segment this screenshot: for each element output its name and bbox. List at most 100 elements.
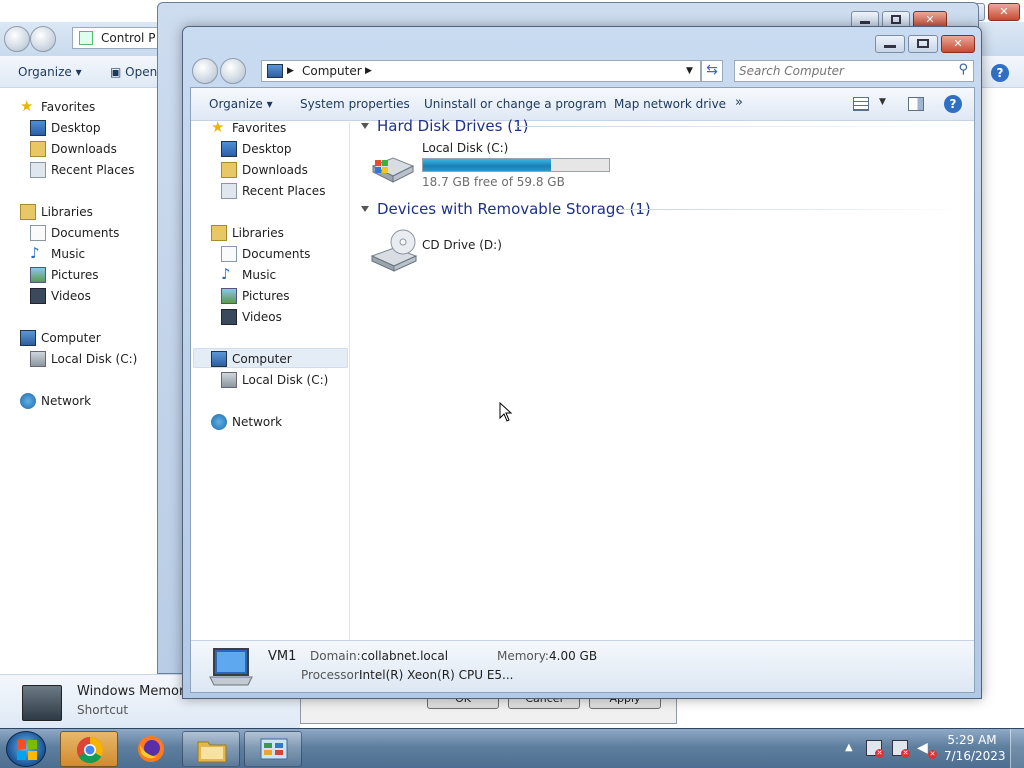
network-status-icon[interactable]: ✕	[892, 740, 910, 758]
disk-usage-bar	[422, 158, 610, 172]
start-button[interactable]	[6, 731, 46, 767]
organize-button[interactable]: Organize ▾	[209, 97, 273, 111]
chrome-icon	[76, 736, 104, 764]
action-center-icon[interactable]: ✕	[866, 740, 884, 758]
bg-nav-videos[interactable]: Videos	[30, 286, 91, 306]
refresh-icon: ⇆	[706, 62, 718, 78]
bg-nav-libraries[interactable]: Libraries	[20, 202, 93, 222]
bg-close-button[interactable]: ✕	[988, 3, 1020, 21]
close-icon: ✕	[999, 5, 1009, 18]
minimize-icon	[860, 21, 870, 24]
forward-button[interactable]	[220, 58, 246, 84]
view-dropdown-icon[interactable]: ▼	[879, 97, 886, 107]
breadcrumb-computer[interactable]: Computer	[302, 64, 362, 78]
address-bar[interactable]: ▶ Computer ▶ ▼	[261, 60, 701, 82]
map-network-drive-button[interactable]: Map network drive	[614, 97, 726, 111]
cd-drive-icon	[370, 229, 418, 272]
back-button[interactable]	[192, 58, 218, 84]
disk-usage-fill	[423, 159, 551, 171]
bg-nav-recent-places[interactable]: Recent Places	[30, 160, 134, 180]
pictures-icon	[221, 288, 237, 304]
recent-places-icon	[30, 162, 46, 178]
bg-nav-desktop[interactable]: Desktop	[30, 118, 101, 138]
bg-organize-button[interactable]: Organize ▾	[18, 65, 82, 79]
address-dropdown-icon[interactable]: ▼	[686, 66, 693, 76]
help-icon[interactable]: ?	[944, 95, 962, 113]
back-button[interactable]	[4, 26, 30, 52]
bg-details-subtitle: Shortcut	[77, 703, 129, 717]
windows-logo-icon	[17, 740, 37, 760]
bg-open-button[interactable]: ▣ Open	[110, 65, 157, 79]
refresh-button[interactable]: ⇆	[701, 60, 723, 82]
search-icon[interactable]: ⚲	[958, 62, 968, 77]
background-address-text: Control P	[101, 31, 156, 45]
nav-videos[interactable]: Videos	[221, 307, 282, 327]
show-desktop-button[interactable]	[1010, 729, 1024, 768]
minimize-button[interactable]	[875, 35, 905, 53]
bg-nav-favorites[interactable]: ★ Favorites	[20, 97, 95, 117]
forward-button[interactable]	[30, 26, 56, 52]
network-icon	[20, 393, 36, 409]
nav-recent-places[interactable]: Recent Places	[221, 181, 325, 201]
desktop-icon	[30, 120, 46, 136]
search-box[interactable]: ⚲	[734, 60, 974, 82]
bg-nav-music[interactable]: ♪ Music	[30, 244, 85, 264]
taskbar-firefox[interactable]	[122, 731, 180, 767]
more-commands-button[interactable]: »	[735, 95, 743, 110]
preview-pane-icon[interactable]	[908, 97, 924, 111]
control-panel-icon	[260, 738, 288, 760]
control-panel-icon	[79, 31, 93, 45]
minimize-icon	[884, 45, 896, 48]
cd-drive-item[interactable]: CD Drive (D:)	[369, 228, 569, 274]
documents-icon	[30, 225, 46, 241]
nav-pictures[interactable]: Pictures	[221, 286, 290, 306]
bg-nav-pictures[interactable]: Pictures	[30, 265, 99, 285]
group-divider	[619, 209, 969, 210]
bg-nav-computer[interactable]: Computer	[20, 328, 101, 348]
breadcrumb-arrow-icon[interactable]: ▶	[287, 66, 294, 76]
nav-libraries[interactable]: Libraries	[211, 223, 284, 243]
breadcrumb-arrow-icon[interactable]: ▶	[365, 66, 372, 76]
computer-name: VM1	[268, 649, 297, 664]
maximize-button[interactable]	[908, 35, 938, 53]
nav-network[interactable]: Network	[211, 412, 282, 432]
change-view-icon[interactable]	[853, 97, 869, 111]
nav-local-disk[interactable]: Local Disk (C:)	[221, 370, 328, 390]
memory-value: 4.00 GB	[549, 649, 598, 663]
computer-window: ✕ ▶ Computer ▶ ▼ ⇆ ⚲ Organize ▾ System p…	[182, 26, 982, 699]
nav-downloads[interactable]: Downloads	[221, 160, 308, 180]
nav-documents[interactable]: Documents	[221, 244, 310, 264]
bg-nav-downloads[interactable]: Downloads	[30, 139, 117, 159]
system-properties-button[interactable]: System properties	[300, 97, 410, 111]
clock-time: 5:29 AM	[947, 733, 997, 747]
taskbar-chrome[interactable]	[60, 731, 118, 767]
close-icon: ✕	[925, 13, 935, 26]
group-header-hard-disk[interactable]: Hard Disk Drives (1)	[361, 117, 528, 135]
taskbar-windows-explorer[interactable]	[182, 731, 240, 767]
local-disk-name: Local Disk (C:)	[422, 141, 509, 155]
computer-icon	[209, 648, 253, 686]
bg-help-icon[interactable]: ?	[991, 64, 1009, 82]
local-disk-item[interactable]: Local Disk (C:) 18.7 GB free of 59.8 GB	[369, 141, 619, 190]
libraries-icon	[20, 204, 36, 220]
volume-muted-icon[interactable]: ◀ ✕	[917, 740, 937, 759]
computer-icon	[211, 351, 227, 367]
bg-nav-documents[interactable]: Documents	[30, 223, 119, 243]
bg-nav-network[interactable]: Network	[20, 391, 91, 411]
group-divider	[516, 126, 966, 127]
clock[interactable]: 5:29 AM 7/16/2023	[944, 733, 1006, 765]
recent-places-icon	[221, 183, 237, 199]
search-input[interactable]	[739, 62, 949, 80]
bg-nav-local-disk[interactable]: Local Disk (C:)	[30, 349, 137, 369]
nav-favorites[interactable]: ★ Favorites	[211, 118, 286, 138]
nav-music[interactable]: ♪ Music	[221, 265, 276, 285]
taskbar-control-panel[interactable]	[244, 731, 302, 767]
group-header-removable[interactable]: Devices with Removable Storage (1)	[361, 200, 651, 218]
close-button[interactable]: ✕	[941, 35, 975, 53]
nav-desktop[interactable]: Desktop	[221, 139, 292, 159]
show-hidden-icons-button[interactable]: ▲	[845, 742, 853, 753]
background-address-bar[interactable]: Control P	[72, 27, 162, 49]
nav-computer[interactable]: Computer	[211, 349, 292, 369]
hard-disk-icon	[30, 351, 46, 367]
uninstall-program-button[interactable]: Uninstall or change a program	[424, 97, 607, 111]
